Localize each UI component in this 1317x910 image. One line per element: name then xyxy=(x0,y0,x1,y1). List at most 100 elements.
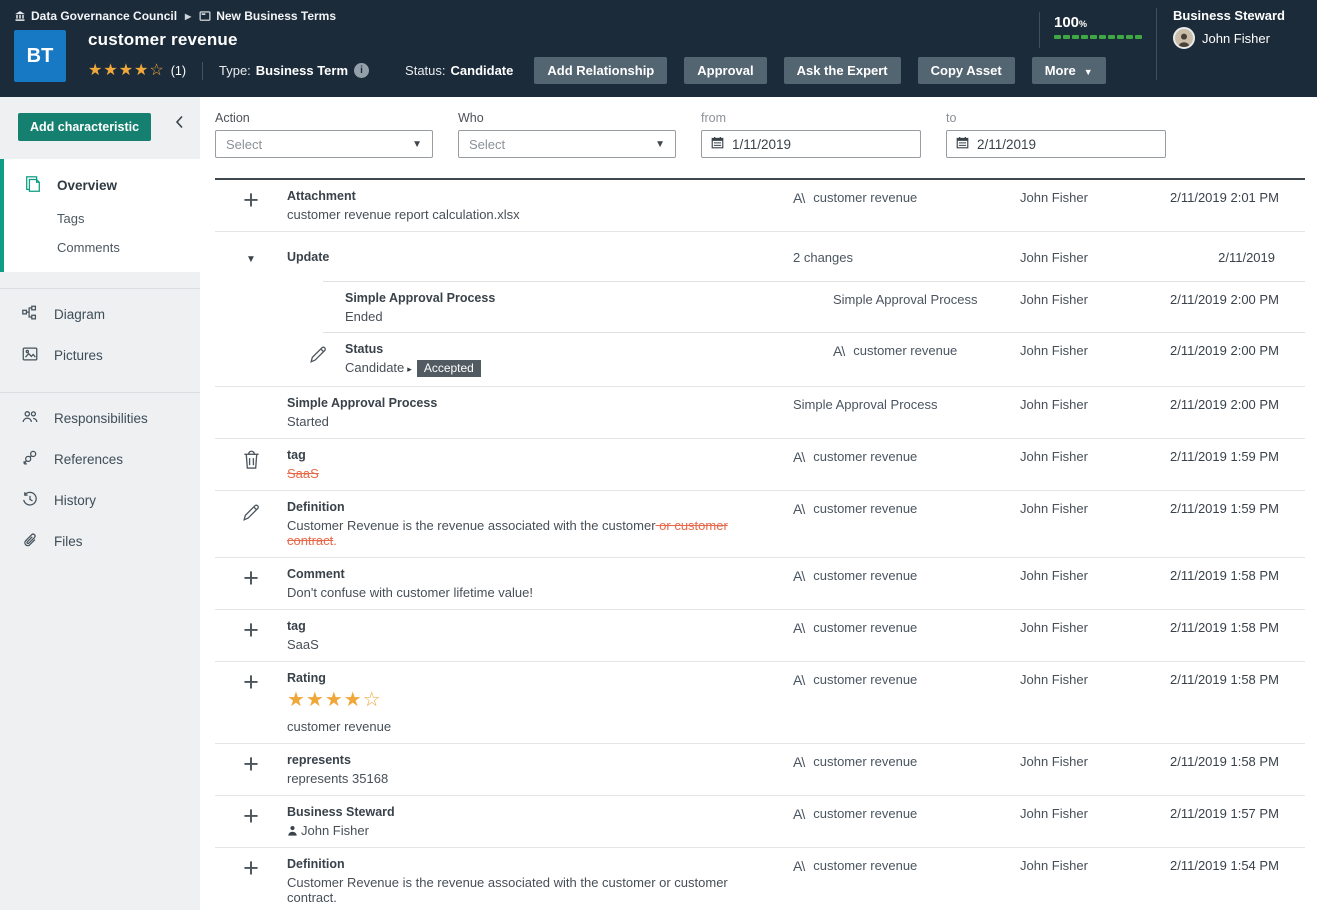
asset-text: 2 changes xyxy=(793,250,853,265)
row-title-cell: DefinitionCustomer Revenue is the revenu… xyxy=(287,857,793,905)
completeness-segment xyxy=(1063,35,1070,39)
row-detail: represents 35168 xyxy=(287,771,773,786)
breadcrumb-domain[interactable]: New Business Terms xyxy=(199,9,336,23)
rating-stars[interactable]: ★★★★☆ xyxy=(88,63,165,79)
plus-icon[interactable]: + xyxy=(243,858,259,878)
sidebar-item-references[interactable]: References xyxy=(0,439,200,480)
row-action-cell: + xyxy=(215,753,287,774)
plus-icon[interactable]: + xyxy=(243,568,259,588)
detail-segment: . xyxy=(333,533,337,548)
files-icon xyxy=(21,531,39,552)
asset-link[interactable]: customer revenue xyxy=(813,806,917,821)
rating-stars[interactable]: ★★★★☆ xyxy=(287,690,773,710)
add-relationship-button[interactable]: Add Relationship xyxy=(534,57,667,84)
collapse-sidebar-icon[interactable] xyxy=(175,115,184,134)
row-title: Simple Approval Process xyxy=(345,291,773,305)
asset-link[interactable]: customer revenue xyxy=(813,501,917,516)
ask-the-expert-button[interactable]: Ask the Expert xyxy=(784,57,901,84)
activity-row: ▼Update2 changesJohn Fisher2/11/2019 xyxy=(215,232,1305,282)
plus-icon[interactable]: + xyxy=(243,620,259,640)
row-detail-secondary: customer revenue xyxy=(287,719,773,734)
from-date-input[interactable]: 1/11/2019 xyxy=(701,130,921,158)
detail-segment: Started xyxy=(287,414,329,429)
row-action-cell: + xyxy=(215,567,287,588)
row-action-cell: ▼ xyxy=(215,249,287,265)
to-date-input[interactable]: 2/11/2019 xyxy=(946,130,1166,158)
row-title: tag xyxy=(287,619,773,633)
asset-type-icon: A\ xyxy=(793,449,804,465)
row-asset-cell: A\ customer revenue xyxy=(793,671,1020,688)
row-asset-cell: A\customer revenue xyxy=(793,567,1020,584)
sidebar-item-responsibilities[interactable]: Responsibilities xyxy=(0,398,200,439)
type-value: Business Term xyxy=(256,63,348,78)
row-title-cell: DefinitionCustomer Revenue is the revenu… xyxy=(287,500,793,548)
row-user: John Fisher xyxy=(1020,189,1170,205)
activity-row: Simple Approval ProcessEndedSimple Appro… xyxy=(215,282,1305,333)
row-asset-cell: A\customer revenue xyxy=(793,805,1020,822)
asset-type-icon: A\ xyxy=(833,343,844,359)
row-user: John Fisher xyxy=(1020,500,1170,516)
top-bar: Data Governance Council ▶ New Business T… xyxy=(0,0,1317,97)
asset-link[interactable]: customer revenue xyxy=(813,754,917,769)
sidebar-item-pictures[interactable]: Pictures xyxy=(0,335,200,376)
pencil-icon[interactable] xyxy=(240,501,262,523)
row-asset-cell: 2 changes xyxy=(793,249,1020,265)
add-characteristic-button[interactable]: Add characteristic xyxy=(18,113,151,141)
caret-down-icon[interactable]: ▼ xyxy=(246,250,256,265)
breadcrumb-community[interactable]: Data Governance Council xyxy=(14,9,177,23)
detail-segment: SaaS xyxy=(287,466,319,481)
row-timestamp: 2/11/2019 1:58 PM xyxy=(1170,567,1275,583)
who-filter-select[interactable]: Select ▼ xyxy=(458,130,676,158)
plus-icon[interactable]: + xyxy=(243,806,259,826)
trash-icon[interactable] xyxy=(242,449,261,470)
detail-segment: ▸ xyxy=(407,364,412,374)
row-title-cell: Simple Approval ProcessStarted xyxy=(287,396,793,429)
pictures-icon xyxy=(21,345,39,366)
action-filter-select[interactable]: Select ▼ xyxy=(215,130,433,158)
sidebar-item-files[interactable]: Files xyxy=(0,521,200,562)
references-icon xyxy=(21,449,39,470)
row-title-cell: Rating★★★★☆customer revenue xyxy=(287,671,793,734)
approval-button[interactable]: Approval xyxy=(684,57,766,84)
asset-link[interactable]: customer revenue xyxy=(813,190,917,205)
asset-link[interactable]: customer revenue xyxy=(813,620,917,635)
asset-link[interactable]: customer revenue xyxy=(813,858,917,873)
row-user: John Fisher xyxy=(1020,291,1170,307)
plus-icon[interactable]: + xyxy=(243,754,259,774)
row-user: John Fisher xyxy=(1020,805,1170,821)
row-title: Attachment xyxy=(287,189,773,203)
row-asset-cell: A\ customer revenue xyxy=(793,448,1020,465)
row-action-cell xyxy=(290,342,345,365)
row-title: Comment xyxy=(287,567,773,581)
chevron-down-icon: ▼ xyxy=(412,139,422,150)
pencil-icon[interactable] xyxy=(307,343,329,365)
activity-table: + Attachmentcustomer revenue report calcu… xyxy=(215,178,1305,910)
breadcrumb-separator-icon: ▶ xyxy=(185,12,191,21)
sidebar-item-comments[interactable]: Comments xyxy=(4,233,200,262)
plus-icon[interactable]: + xyxy=(243,190,259,210)
asset-link[interactable]: customer revenue xyxy=(813,672,917,687)
sidebar-item-overview[interactable]: Overview xyxy=(4,171,200,204)
detail-segment: Ended xyxy=(345,309,383,324)
asset-link[interactable]: customer revenue xyxy=(853,343,957,358)
sidebar-item-diagram[interactable]: Diagram xyxy=(0,294,200,335)
diagram-icon xyxy=(21,304,39,325)
copy-asset-button[interactable]: Copy Asset xyxy=(918,57,1015,84)
row-title-cell: Attachmentcustomer revenue report calcul… xyxy=(287,189,793,222)
asset-link[interactable]: customer revenue xyxy=(813,449,917,464)
plus-icon[interactable]: + xyxy=(243,672,259,692)
sidebar-item-tags[interactable]: Tags xyxy=(4,204,200,233)
row-action-cell: + xyxy=(215,189,287,210)
activity-row: StatusCandidate▸AcceptedA\customer reven… xyxy=(215,333,1305,387)
info-icon[interactable]: i xyxy=(354,63,369,78)
row-timestamp: 2/11/2019 xyxy=(1170,249,1275,265)
type-label: Type: xyxy=(219,63,251,78)
row-asset-cell: A\customer revenue xyxy=(793,857,1020,874)
user-avatar[interactable] xyxy=(1173,27,1195,49)
asset-link[interactable]: customer revenue xyxy=(813,568,917,583)
sidebar-item-history[interactable]: History xyxy=(0,480,200,521)
row-action-cell: + xyxy=(215,671,287,692)
overview-icon xyxy=(24,175,42,196)
row-timestamp: 2/11/2019 1:58 PM xyxy=(1170,619,1275,635)
asset-type-icon: A\ xyxy=(793,672,804,688)
